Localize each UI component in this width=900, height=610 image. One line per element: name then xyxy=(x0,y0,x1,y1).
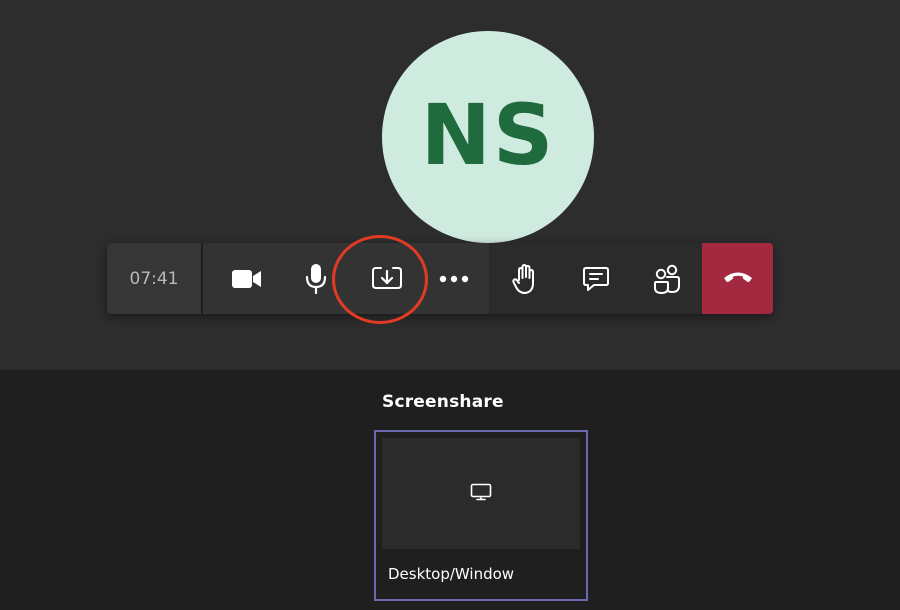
monitor-icon xyxy=(470,483,492,505)
call-stage: NS xyxy=(0,0,900,370)
raise-hand-icon xyxy=(511,263,538,295)
microphone-icon xyxy=(304,263,328,295)
share-tray-icon xyxy=(371,265,403,293)
desktop-window-label: Desktop/Window xyxy=(388,565,515,583)
hang-up-button[interactable] xyxy=(702,243,773,314)
desktop-window-option[interactable]: Desktop/Window xyxy=(374,430,588,601)
call-timer: 07:41 xyxy=(107,243,201,314)
screenshare-title: Screenshare xyxy=(382,392,504,412)
participants-icon xyxy=(652,264,682,294)
call-timer-text: 07:41 xyxy=(129,268,179,289)
hang-up-icon xyxy=(722,269,754,288)
camera-icon xyxy=(231,268,263,290)
chat-icon xyxy=(582,265,610,293)
more-options-button[interactable] xyxy=(418,243,489,314)
avatar-initials: NS xyxy=(420,86,556,184)
media-controls xyxy=(203,243,489,314)
desktop-window-preview xyxy=(382,438,580,549)
more-options-icon xyxy=(439,275,469,283)
call-toolbar: 07:41 xyxy=(107,243,773,314)
action-controls xyxy=(489,243,702,314)
microphone-button[interactable] xyxy=(280,243,351,314)
participant-avatar: NS xyxy=(382,31,594,243)
share-button[interactable] xyxy=(351,243,422,314)
raise-hand-button[interactable] xyxy=(489,243,560,314)
participants-button[interactable] xyxy=(631,243,702,314)
chat-button[interactable] xyxy=(560,243,631,314)
camera-button[interactable] xyxy=(211,243,282,314)
